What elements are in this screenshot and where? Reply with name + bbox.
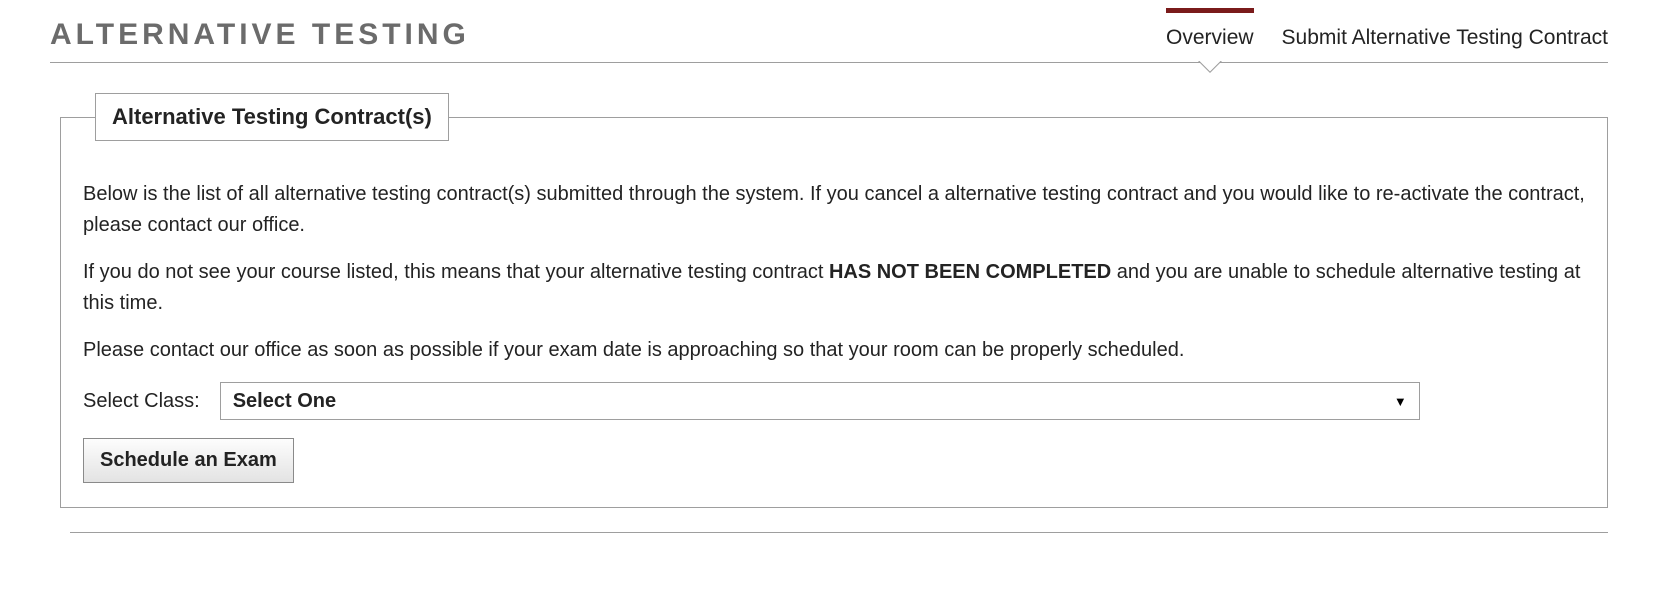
tab-submit-contract[interactable]: Submit Alternative Testing Contract [1282,18,1608,52]
select-class-dropdown[interactable]: Select One ▼ [220,382,1420,420]
panel-wrap: Alternative Testing Contract(s) Below is… [50,63,1608,533]
contracts-panel: Alternative Testing Contract(s) Below is… [60,93,1608,508]
divider [70,532,1608,533]
page: ALTERNATIVE TESTING Overview Submit Alte… [0,0,1658,573]
panel-paragraph-1: Below is the list of all alternative tes… [83,179,1585,241]
tab-overview[interactable]: Overview [1166,18,1254,52]
panel-legend: Alternative Testing Contract(s) [95,93,449,141]
select-row: Select Class: Select One ▼ [83,382,1585,420]
chevron-down-icon: ▼ [1394,394,1407,409]
panel-paragraph-2: If you do not see your course listed, th… [83,257,1585,319]
schedule-exam-button[interactable]: Schedule an Exam [83,438,294,483]
panel-paragraph-2-strong: HAS NOT BEEN COMPLETED [829,261,1111,283]
button-row: Schedule an Exam [83,438,1585,483]
panel-paragraph-2-pre: If you do not see your course listed, th… [83,261,829,283]
header-row: ALTERNATIVE TESTING Overview Submit Alte… [50,14,1608,63]
panel-paragraph-3: Please contact our office as soon as pos… [83,335,1585,366]
tabs: Overview Submit Alternative Testing Cont… [1166,18,1608,62]
select-class-label: Select Class: [83,390,200,413]
page-title: ALTERNATIVE TESTING [50,14,470,62]
select-class-value: Select One [233,390,336,413]
